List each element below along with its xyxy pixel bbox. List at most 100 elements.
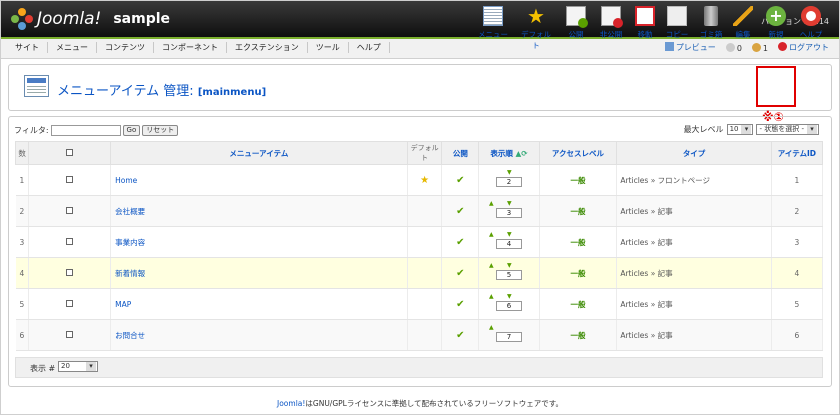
order-up-icon[interactable]: ▲ [489,324,494,331]
level-filter: 最大レベル 10 - 状態を選択 - [684,124,819,135]
order-down-icon[interactable]: ▼ [507,262,512,269]
toolbar-trash-button[interactable]: ゴミ箱 [694,6,728,40]
order-input[interactable]: 5 [495,270,522,280]
row-name-link[interactable]: 事業内容 [115,238,145,247]
row-name-link[interactable]: 新着情報 [115,269,145,278]
published-check-icon[interactable]: ✔ [456,330,464,341]
toolbar-default-button[interactable]: ★ デフォルト [519,6,553,51]
row-order-cell: ▼ 2 [478,164,540,196]
toolbar-menus-label: メニュー [478,30,508,39]
filter-go-button[interactable]: Go [122,125,141,136]
col-checkall [28,141,112,165]
row-name-link[interactable]: MAP [115,300,131,309]
toolbar-unpublish-button[interactable]: 非公開 [594,6,628,40]
order-down-icon[interactable]: ▼ [507,169,512,176]
logout-link[interactable]: ログアウト [778,42,829,53]
col-type[interactable]: タイプ [616,141,772,165]
toolbar-new-button[interactable]: + 新規 [759,6,793,40]
menu-content[interactable]: コンテンツ [97,42,154,53]
row-access[interactable]: 一般 [539,257,618,289]
order-input[interactable]: 6 [495,301,522,311]
order-input[interactable]: 4 [495,239,522,249]
row-access[interactable]: 一般 [539,319,618,351]
new-plus-icon: + [766,6,786,26]
published-check-icon[interactable]: ✔ [456,268,464,279]
menu-menus[interactable]: メニュー [48,42,97,53]
users-count[interactable]: 1 [751,42,768,53]
row-name-link[interactable]: Home [115,176,137,185]
menu-tools[interactable]: ツール [308,42,349,53]
row-name-link[interactable]: 会社概要 [115,207,145,216]
toolbar-publish-button[interactable]: 公開 [559,6,593,40]
order-input[interactable]: 7 [495,332,522,342]
menu-help[interactable]: ヘルプ [349,42,390,53]
filter-reset-button[interactable]: リセット [142,125,179,136]
row-published-cell: ✔ [441,164,480,196]
new-button-highlight [756,66,796,107]
row-checkbox[interactable] [66,268,74,276]
preview-label: プレビュー [675,43,716,52]
order-input[interactable]: 3 [495,208,522,218]
table-row: 5 MAP ✔ ▲ ▼ 6 一般 Articles » 記事 5 [15,288,824,320]
toolbar-help-button[interactable]: ヘルプ [794,6,828,40]
trash-icon [704,6,718,26]
published-check-icon[interactable]: ✔ [456,299,464,310]
row-published-cell: ✔ [441,195,480,227]
row-checkbox[interactable] [66,237,74,245]
preview-link[interactable]: プレビュー [664,42,716,53]
table-row: 4 新着情報 ✔ ▲ ▼ 5 一般 Articles » 記事 4 [15,257,824,289]
messages-count[interactable]: 0 [725,42,742,53]
order-input[interactable]: 2 [495,177,522,187]
toolbar-new-label: 新規 [768,30,784,39]
row-name-link[interactable]: お問合せ [115,331,145,340]
menu-site[interactable]: サイト [7,42,48,53]
save-order-icon[interactable]: ▲⟳ [515,149,527,158]
row-checkbox-cell [28,226,112,258]
publish-icon [566,6,588,28]
display-count-select[interactable]: 20 [58,361,98,372]
row-access[interactable]: 一般 [539,288,618,320]
row-access[interactable]: 一般 [539,226,618,258]
row-order-cell: ▲ ▼ 6 [478,288,540,320]
toolbar-move-button[interactable]: 移動 [628,6,662,40]
order-down-icon[interactable]: ▼ [507,200,512,207]
menu-extensions[interactable]: エクステンション [227,42,308,53]
col-name[interactable]: メニューアイテム [110,141,408,165]
toolbar-edit-label: 編集 [735,30,751,39]
row-access[interactable]: 一般 [539,164,618,196]
order-up-icon[interactable]: ▲ [489,200,494,207]
maxlevel-select[interactable]: 10 [726,124,754,135]
joomla-credit-link[interactable]: Joomla! [277,399,305,408]
published-check-icon[interactable]: ✔ [456,175,464,186]
toolbar-menus-button[interactable]: メニュー [476,6,510,40]
row-checkbox[interactable] [66,299,74,307]
toolbar-edit-button[interactable]: 編集 [726,6,760,40]
published-check-icon[interactable]: ✔ [456,206,464,217]
unpublish-icon [601,6,623,28]
row-id: 4 [771,257,824,289]
select-all-checkbox[interactable] [66,148,74,156]
order-up-icon[interactable]: ▲ [489,231,494,238]
filter-input[interactable] [50,125,121,136]
row-checkbox-cell [28,257,112,289]
row-access[interactable]: 一般 [539,195,618,227]
published-check-icon[interactable]: ✔ [456,237,464,248]
order-down-icon[interactable]: ▼ [507,293,512,300]
col-id[interactable]: アイテムID [770,141,824,165]
order-down-icon[interactable]: ▼ [507,231,512,238]
col-access[interactable]: アクセスレベル [538,141,618,165]
footer-credit: Joomla!はGNU/GPLライセンスに準拠して配布されているフリーソフトウェ… [0,398,840,409]
row-checkbox[interactable] [66,330,74,338]
order-up-icon[interactable]: ▲ [489,262,494,269]
row-checkbox[interactable] [66,206,74,214]
state-select[interactable]: - 状態を選択 - [756,124,819,135]
toolbar-help-label: ヘルプ [799,30,823,39]
col-order[interactable]: 表示順 ▲⟳ [478,141,540,165]
row-published-cell: ✔ [441,319,480,351]
menu-components[interactable]: コンポーネント [154,42,227,53]
toolbar-copy-button[interactable]: コピー [660,6,694,40]
order-up-icon[interactable]: ▲ [489,293,494,300]
display-count-label: 表示 # [30,364,56,373]
row-checkbox[interactable] [66,175,74,183]
col-published[interactable]: 公開 [441,141,480,165]
